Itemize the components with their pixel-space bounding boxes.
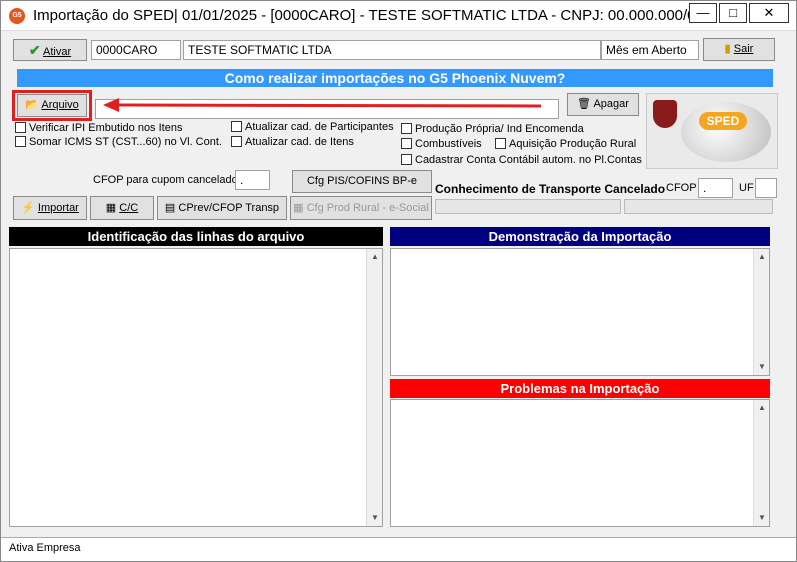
grid-icon: ▦ <box>105 202 117 214</box>
right-panel-header: Demonstração da Importação <box>390 227 770 246</box>
company-name-field: TESTE SOFTMATIC LTDA <box>183 40 601 60</box>
checkbox-label: Atualizar cad. de Participantes <box>245 121 394 133</box>
maximize-button[interactable]: □ <box>719 3 747 23</box>
atualizar-itens-checkbox[interactable]: Atualizar cad. de Itens <box>231 136 354 149</box>
cte-cfop-input[interactable]: . <box>698 178 733 198</box>
checkbox-label: Produção Própria/ Ind Encomenda <box>415 123 584 135</box>
checkbox-label: Aquisição Produção Rural <box>509 138 637 150</box>
checkbox-box <box>401 154 412 165</box>
import-demo-list[interactable]: ▲ ▼ <box>390 248 770 376</box>
scroll-up-icon[interactable]: ▲ <box>754 249 770 265</box>
trash-icon: 🗑 <box>577 98 592 110</box>
cadastrar-conta-checkbox[interactable]: Cadastrar Conta Contábil autom. no Pl.Co… <box>401 154 642 167</box>
cfop-cupom-input[interactable]: . <box>235 170 270 190</box>
title-bar: G5 Importação do SPED| 01/01/2025 - [000… <box>1 1 796 31</box>
checkbox-box <box>495 138 506 149</box>
sped-logo: SPED <box>646 93 778 169</box>
cprev-cfop-button[interactable]: ▤ CPrev/CFOP Transp <box>157 196 287 220</box>
close-button[interactable]: ✕ <box>749 3 789 23</box>
document-icon: ▤ <box>164 202 176 214</box>
checkbox-label: Atualizar cad. de Itens <box>245 136 354 148</box>
verificar-ipi-checkbox[interactable]: Verificar IPI Embutido nos Itens <box>15 122 182 135</box>
phoenix-logo-icon <box>653 100 677 128</box>
file-lines-list[interactable]: ▲ ▼ <box>9 248 383 527</box>
left-panel-header: Identificação das linhas do arquivo <box>9 227 383 246</box>
problems-list[interactable]: ▲ ▼ <box>390 399 770 527</box>
checkbox-label: Combustíveis <box>415 138 482 150</box>
company-code-field: 0000CARO <box>91 40 181 60</box>
scroll-down-icon[interactable]: ▼ <box>367 510 383 526</box>
folder-open-icon: 📂 <box>25 99 39 111</box>
cc-button[interactable]: ▦ C/C <box>90 196 154 220</box>
help-banner-link[interactable]: Como realizar importações no G5 Phoenix … <box>17 69 773 87</box>
cfop-cupom-label: CFOP para cupom cancelado <box>93 174 238 186</box>
progress-bar-2 <box>624 199 773 214</box>
scroll-down-icon[interactable]: ▼ <box>754 359 770 375</box>
checkmark-icon: ✔ <box>28 42 41 58</box>
annotation-arrow <box>103 98 542 112</box>
vertical-scrollbar[interactable]: ▲ ▼ <box>753 400 769 526</box>
ativar-label: Ativar <box>43 46 72 58</box>
cfg-pis-cofins-button[interactable]: Cfg PIS/COFINS BP-e <box>292 170 432 193</box>
minimize-button[interactable]: — <box>689 3 717 23</box>
ativar-button[interactable]: ✔ Ativar <box>13 39 87 61</box>
progress-bar-1 <box>435 199 621 214</box>
importar-label: Importar <box>37 202 79 214</box>
uf-label: UF <box>739 182 754 194</box>
checkbox-box <box>231 121 242 132</box>
cte-cancelado-label: Conhecimento de Transporte Cancelado <box>435 182 666 196</box>
vertical-scrollbar[interactable]: ▲ ▼ <box>753 249 769 375</box>
checkbox-box <box>401 138 412 149</box>
sair-label: Sair <box>733 43 754 55</box>
sair-button[interactable]: ▮ Sair <box>703 38 775 61</box>
status-bar: Ativa Empresa <box>1 537 796 561</box>
main-window: G5 Importação do SPED| 01/01/2025 - [000… <box>0 0 797 562</box>
importar-button[interactable]: ⚡ Importar <box>13 196 87 220</box>
app-logo-icon: G5 <box>9 8 25 24</box>
cc-label: C/C <box>119 202 139 214</box>
sped-badge: SPED <box>699 112 747 130</box>
checkbox-label: Verificar IPI Embutido nos Itens <box>29 122 183 134</box>
checkbox-box <box>231 136 242 147</box>
uf-input[interactable] <box>755 178 777 198</box>
producao-propria-checkbox[interactable]: Produção Própria/ Ind Encomenda <box>401 123 584 136</box>
checkbox-box <box>401 123 412 134</box>
scroll-up-icon[interactable]: ▲ <box>367 249 383 265</box>
checkbox-label: Cadastrar Conta Contábil autom. no Pl.Co… <box>415 154 642 166</box>
checkbox-box <box>15 136 26 147</box>
problems-panel-header: Problemas na Importação <box>390 379 770 398</box>
checkbox-box <box>15 122 26 133</box>
arquivo-button[interactable]: 📂 Arquivo <box>17 94 87 117</box>
vertical-scrollbar[interactable]: ▲ ▼ <box>366 249 382 526</box>
checkbox-label: Somar ICMS ST (CST...60) no Vl. Cont. <box>29 136 222 148</box>
apagar-label: Apagar <box>593 98 629 110</box>
cprev-label: CPrev/CFOP Transp <box>178 202 280 214</box>
globe-icon <box>681 102 771 162</box>
lightning-icon: ⚡ <box>21 202 35 214</box>
table-icon: ▦ <box>293 202 304 214</box>
period-status-field: Mês em Aberto <box>601 40 699 60</box>
scroll-up-icon[interactable]: ▲ <box>754 400 770 416</box>
cte-cfop-label: CFOP <box>666 182 697 194</box>
scroll-down-icon[interactable]: ▼ <box>754 510 770 526</box>
cfg-rural-label: Cfg Prod Rural - e-Social <box>306 202 429 214</box>
aquisicao-rural-checkbox[interactable]: Aquisição Produção Rural <box>495 138 636 151</box>
somar-icms-checkbox[interactable]: Somar ICMS ST (CST...60) no Vl. Cont. <box>15 136 222 149</box>
window-title: Importação do SPED| 01/01/2025 - [0000CA… <box>33 7 693 24</box>
atualizar-participantes-checkbox[interactable]: Atualizar cad. de Participantes <box>231 121 394 134</box>
apagar-button[interactable]: 🗑 Apagar <box>567 93 639 116</box>
exit-door-icon: ▮ <box>724 43 731 55</box>
arquivo-label: Arquivo <box>41 99 79 111</box>
cfg-prod-rural-button[interactable]: ▦ Cfg Prod Rural - e-Social <box>290 196 432 220</box>
combustiveis-checkbox[interactable]: Combustíveis <box>401 138 482 151</box>
